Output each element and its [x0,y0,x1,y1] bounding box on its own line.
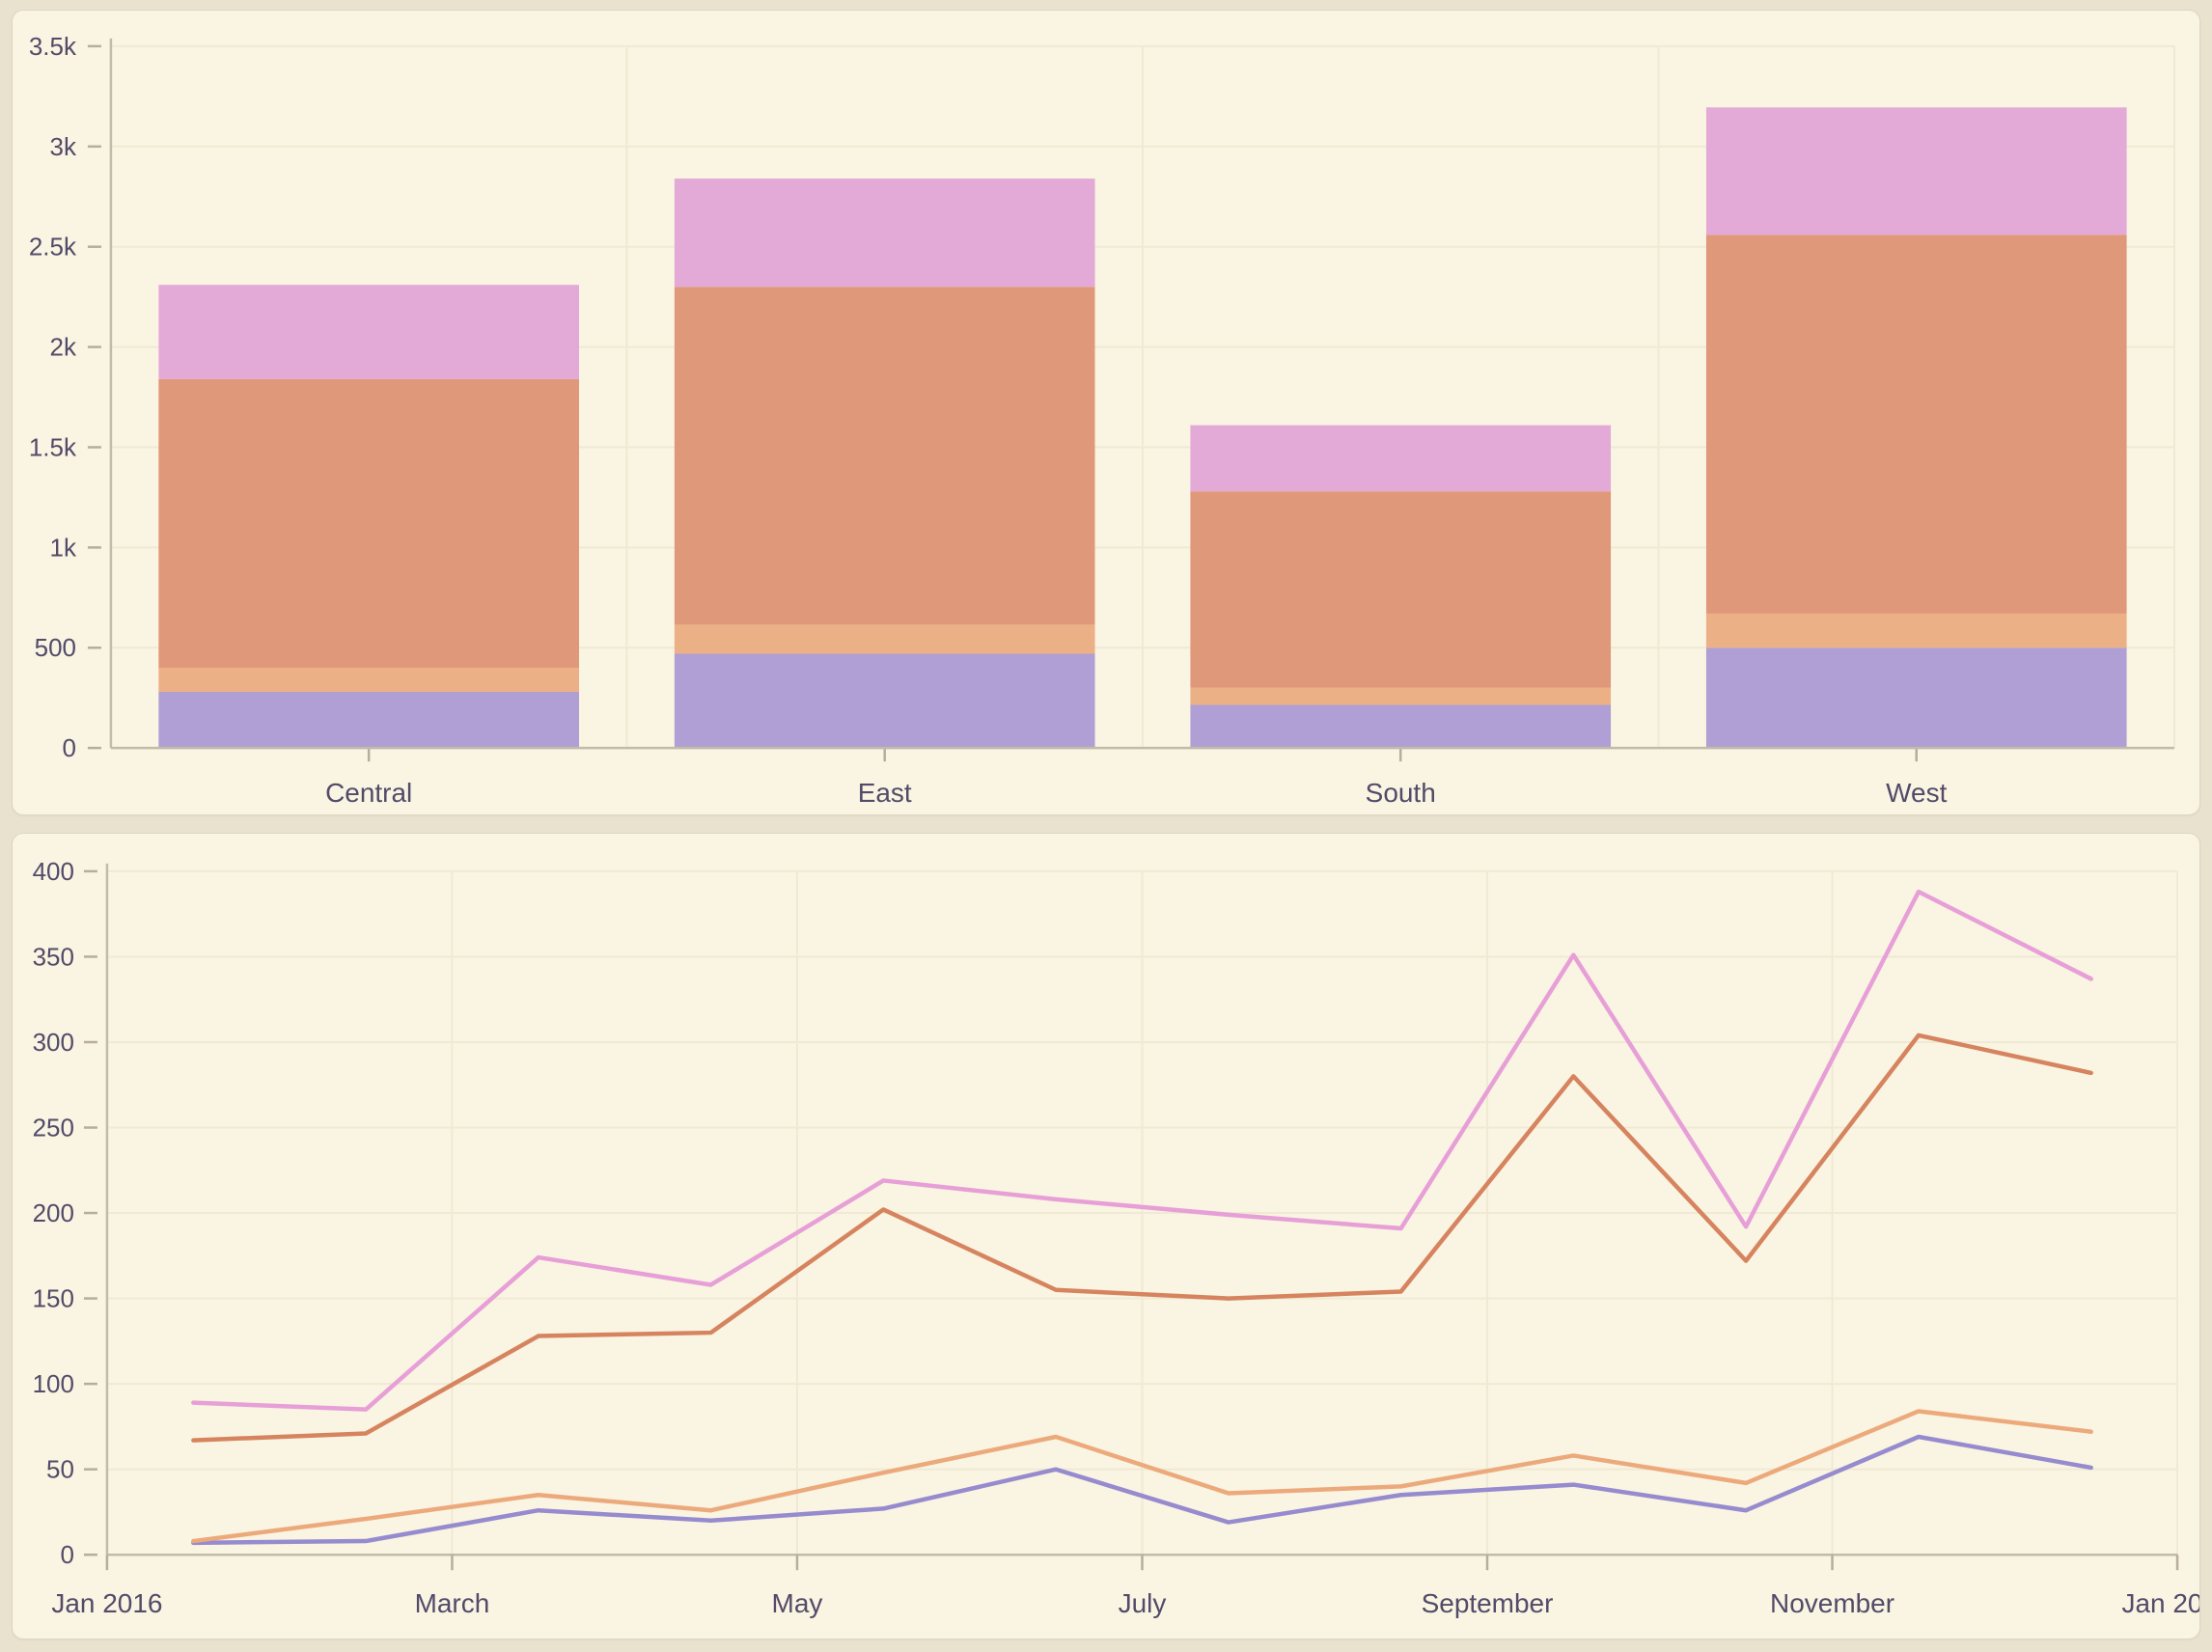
y-axis-label: 1k [50,535,76,562]
x-axis-label-may: May [772,1588,823,1618]
x-axis-label-central: Central [325,778,412,808]
y-axis-label: 2.5k [29,234,76,262]
bar-segment-series-plum-central[interactable] [158,285,579,379]
line-chart-panel: Jan 2016 March May July September November Jan… [12,833,2200,1639]
y-axis-label: 200 [33,1200,74,1227]
x-axis-label-november: November [1770,1588,1894,1618]
x-axis-label-jan-2016: Jan 2016 [51,1588,162,1618]
y-axis-label: 250 [33,1115,74,1143]
bar-segment-series-purple-west[interactable] [1706,647,2127,748]
x-axis-label-east: East [858,778,912,808]
bar-segment-series-purple-central[interactable] [158,692,579,748]
y-axis-label: 50 [46,1457,74,1484]
y-axis-label: 100 [33,1371,74,1398]
y-axis-label: 0 [60,1542,73,1569]
bar-segment-series-plum-west[interactable] [1706,107,2127,234]
x-axis-label-september: September [1422,1588,1554,1618]
bar-chart-panel: Central East South West 0 500 1k 1.5k 2k 2.5k 3k 3.… [12,10,2200,815]
y-axis-label: 500 [35,635,76,662]
bar-segment-series-salmon-east[interactable] [675,287,1095,624]
bar-segment-series-plum-south[interactable] [1190,426,1611,492]
bar-segment-series-sand-central[interactable] [158,668,579,692]
bar-segment-series-salmon-south[interactable] [1190,491,1611,688]
bar-segment-series-sand-west[interactable] [1706,614,2127,647]
y-axis-label: 300 [33,1030,74,1057]
y-axis-label: 150 [33,1286,74,1313]
bar-segment-series-sand-east[interactable] [675,624,1095,653]
bar-segment-series-plum-east[interactable] [675,179,1095,287]
y-axis-label: 1.5k [29,434,76,461]
x-axis-label-july: July [1119,1588,1167,1618]
y-axis-label: 3k [50,134,76,161]
charts-dashboard: CentralEastSouthWest05001k1.5k2k2.5k3k3.… [0,0,2212,1652]
y-axis-label: 400 [33,859,74,886]
line-chart: Jan 2016 March May July September November Jan… [13,834,2199,1638]
x-axis-label-west: West [1886,778,1947,808]
stacked-bar-chart: Central East South West 0 500 1k 1.5k 2k 2.5k 3k 3.… [13,11,2199,814]
y-axis-label: 350 [33,944,74,971]
x-axis-label-south: South [1366,778,1436,808]
bar-segment-series-salmon-central[interactable] [158,379,579,668]
bar-segment-series-salmon-west[interactable] [1706,234,2127,614]
bar-segment-series-sand-south[interactable] [1190,688,1611,705]
x-axis-label-march: March [415,1588,490,1618]
y-axis-label: 0 [62,735,75,762]
bar-segment-series-purple-south[interactable] [1190,704,1611,748]
y-axis-label: 3.5k [29,34,76,61]
y-axis-label: 2k [50,335,76,362]
x-axis-label-jan-2017: Jan 2017 [2122,1588,2199,1618]
bar-segment-series-purple-east[interactable] [675,654,1095,749]
